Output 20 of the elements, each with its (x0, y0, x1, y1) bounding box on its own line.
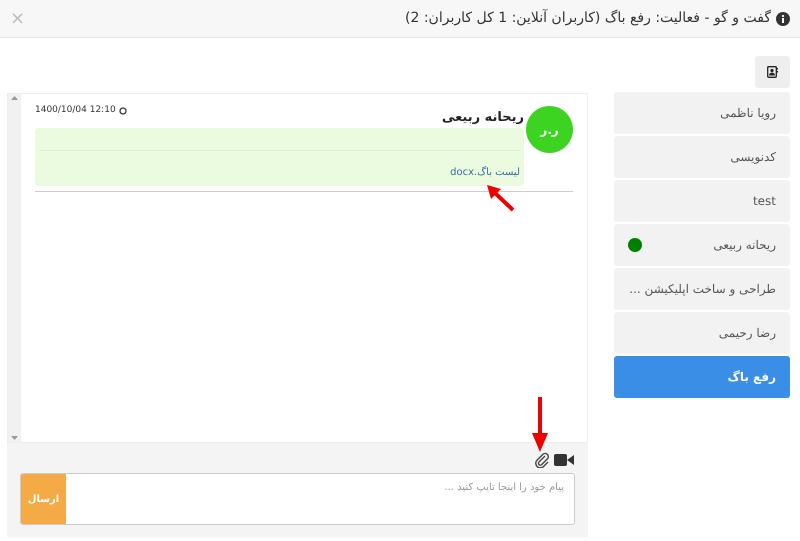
attachment-link[interactable]: لیست باگ.docx (450, 164, 520, 180)
contact-item[interactable]: ریحانه ربیعی (614, 224, 790, 266)
contact-item[interactable]: طراحی و ساخت اپلیکیشن ... (614, 268, 790, 310)
annotation-arrow (485, 183, 515, 213)
annotation-arrow (530, 397, 550, 452)
video-camera-icon[interactable] (554, 453, 574, 467)
address-book-icon (767, 66, 778, 78)
sender-name: ریحانه ربیعی (442, 109, 524, 127)
contact-item[interactable]: test (614, 180, 790, 222)
clock-icon (118, 106, 127, 115)
contact-item[interactable]: رفع باگ (614, 356, 790, 398)
avatar: ر.ر (526, 106, 573, 153)
contacts-button[interactable] (755, 56, 790, 88)
contact-item[interactable]: رویا ناظمی (614, 92, 790, 134)
paperclip-icon[interactable] (534, 452, 550, 468)
info-icon[interactable] (776, 12, 790, 26)
message-time: 1400/10/04 12:10 (35, 104, 116, 117)
contact-item[interactable]: رضا رحیمی (614, 312, 790, 354)
dialog-title: گفت و گو - فعالیت: رفع باگ (کاربران آنلاین: 1 کل کاربران: 2) (404, 8, 771, 28)
contact-item[interactable]: کدنویسی (614, 136, 790, 178)
